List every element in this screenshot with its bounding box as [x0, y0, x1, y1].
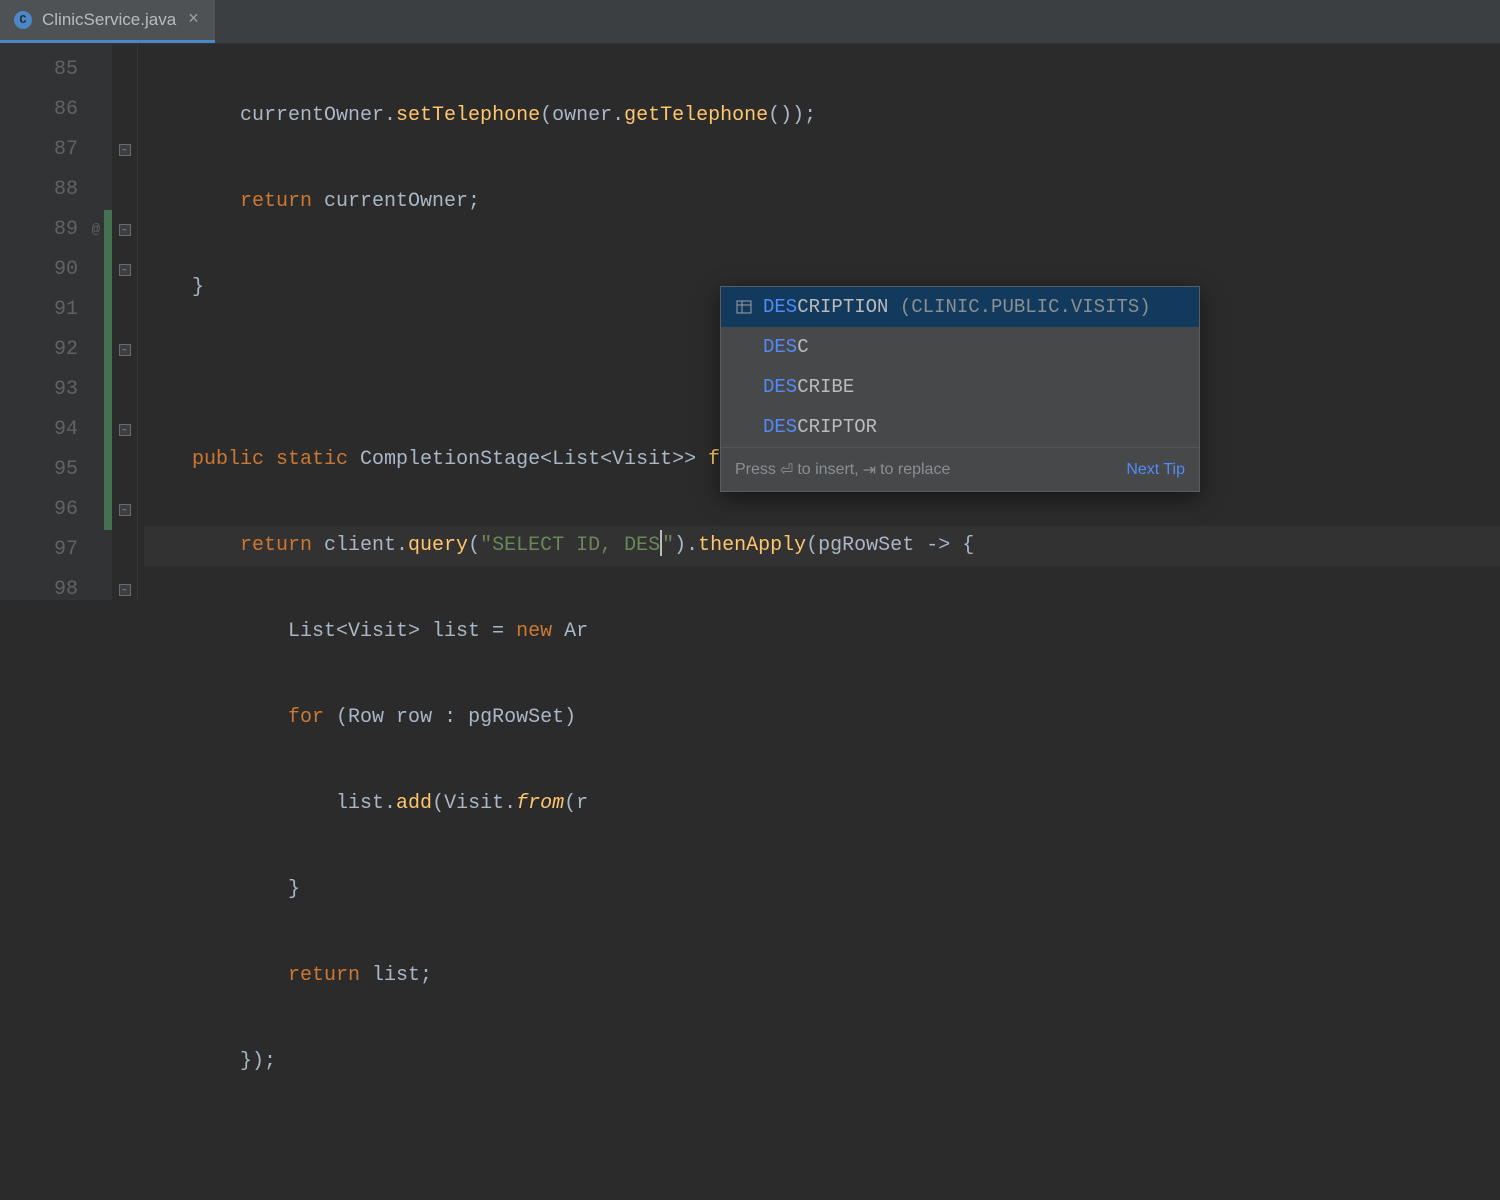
vcs-added-marker[interactable]	[104, 290, 112, 330]
completion-item[interactable]: DESCRIBE	[721, 367, 1199, 407]
fold-toggle-icon[interactable]: –	[119, 144, 131, 156]
line-number: 97	[0, 530, 104, 570]
code-line[interactable]: currentOwner.setTelephone(owner.getTelep…	[144, 96, 1500, 136]
line-number: 98	[0, 570, 104, 610]
line-number: 96	[0, 490, 104, 530]
vcs-added-marker[interactable]	[104, 450, 112, 490]
completion-item[interactable]: DESC	[721, 327, 1199, 367]
vcs-change-strip	[104, 44, 112, 600]
line-number-gutter: 85 86 87 88 89@ 90 91 92 93 94 95 96 97 …	[0, 44, 104, 600]
code-line-current[interactable]: return client.query("SELECT ID, DES").th…	[144, 526, 1500, 566]
vcs-added-marker[interactable]	[104, 370, 112, 410]
fold-toggle-icon[interactable]: –	[119, 504, 131, 516]
code-line[interactable]: }	[144, 870, 1500, 910]
vcs-added-marker[interactable]	[104, 490, 112, 530]
line-number: 93	[0, 370, 104, 410]
fold-toggle-icon[interactable]: –	[119, 584, 131, 596]
completion-item[interactable]: DESCRIPTION (CLINIC.PUBLIC.VISITS)	[721, 287, 1199, 327]
code-line[interactable]: List<Visit> list = new Ar	[144, 612, 1500, 652]
empty-icon	[735, 379, 753, 395]
close-icon[interactable]: ×	[186, 10, 201, 30]
line-number: 87	[0, 130, 104, 170]
completion-item[interactable]: DESCRIPTOR	[721, 407, 1199, 447]
line-number: 85	[0, 50, 104, 90]
column-icon	[735, 299, 753, 315]
empty-icon	[735, 339, 753, 355]
fold-toggle-icon[interactable]: –	[119, 224, 131, 236]
vcs-added-marker[interactable]	[104, 410, 112, 450]
fold-toggle-icon[interactable]: –	[119, 424, 131, 436]
enter-key-icon: ⏎	[780, 460, 793, 480]
completion-footer: Press ⏎ to insert, ⇥ to replace Next Tip	[721, 447, 1199, 491]
line-number: 94	[0, 410, 104, 450]
java-class-icon: C	[14, 11, 32, 29]
vcs-added-marker[interactable]	[104, 330, 112, 370]
line-number: 90	[0, 250, 104, 290]
file-tab[interactable]: C ClinicService.java ×	[0, 0, 215, 43]
line-number: 95	[0, 450, 104, 490]
line-number: 89@	[0, 210, 104, 250]
code-line[interactable]: return currentOwner;	[144, 182, 1500, 222]
code-line[interactable]: list.add(Visit.from(r	[144, 784, 1500, 824]
annotation-icon[interactable]: @	[92, 210, 100, 250]
tab-key-icon: ⇥	[863, 460, 876, 480]
next-tip-link[interactable]: Next Tip	[1126, 461, 1185, 479]
vcs-added-marker[interactable]	[104, 250, 112, 290]
tab-label: ClinicService.java	[42, 10, 176, 30]
fold-toggle-icon[interactable]: –	[119, 264, 131, 276]
fold-toggle-icon[interactable]: –	[119, 344, 131, 356]
line-number: 88	[0, 170, 104, 210]
code-line[interactable]: });	[144, 1042, 1500, 1082]
line-number: 91	[0, 290, 104, 330]
code-line[interactable]	[144, 1128, 1500, 1168]
line-number: 92	[0, 330, 104, 370]
fold-gutter: – – – – – – –	[112, 44, 138, 600]
empty-icon	[735, 419, 753, 435]
code-line[interactable]: for (Row row : pgRowSet)	[144, 698, 1500, 738]
vcs-added-marker[interactable]	[104, 210, 112, 250]
tab-bar: C ClinicService.java ×	[0, 0, 1500, 44]
line-number: 86	[0, 90, 104, 130]
code-line[interactable]: return list;	[144, 956, 1500, 996]
completion-popup: DESCRIPTION (CLINIC.PUBLIC.VISITS) DESC …	[720, 286, 1200, 492]
